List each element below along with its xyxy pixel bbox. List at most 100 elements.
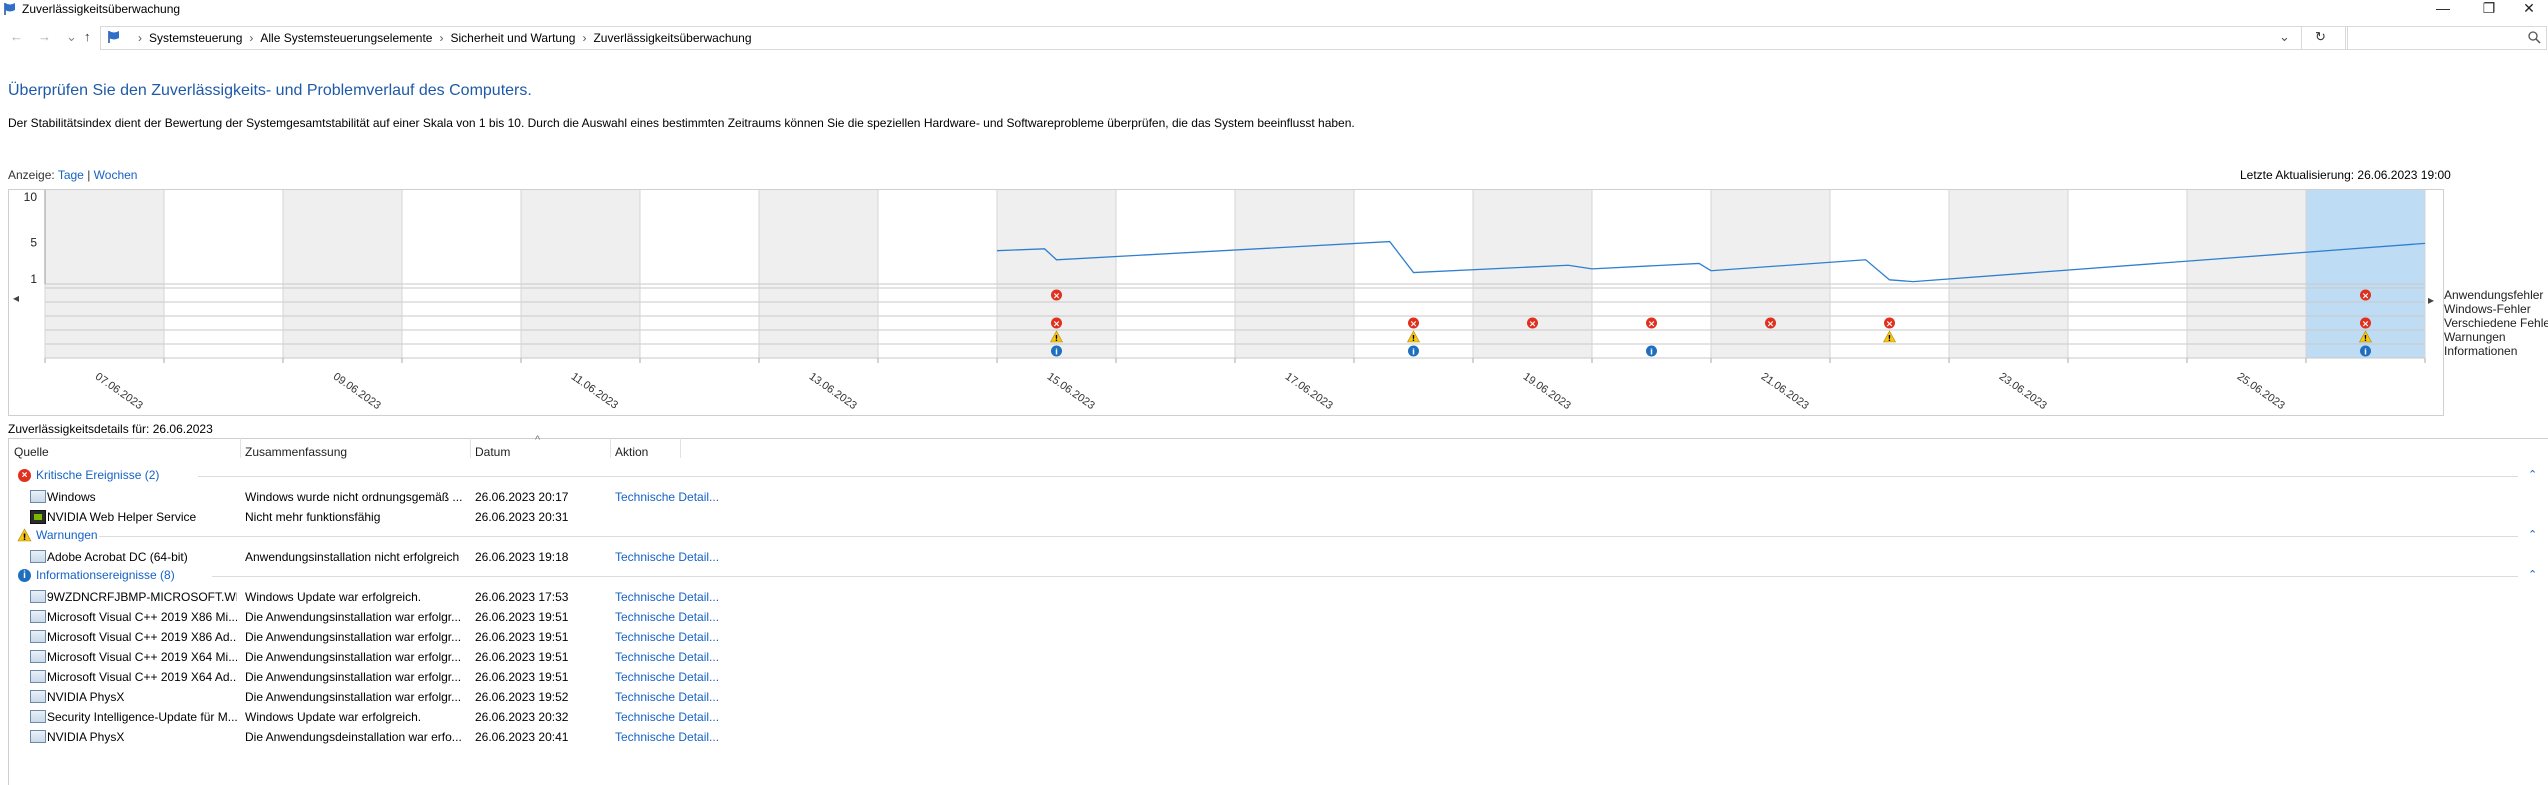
technical-details-link[interactable]: Technische Detail...: [615, 490, 735, 504]
page-description: Der Stabilitätsindex dient der Bewertung…: [8, 116, 1355, 130]
day-column[interactable]: [402, 190, 521, 358]
minimize-button[interactable]: —: [2420, 0, 2466, 18]
breadcrumb: › Systemsteuerung › Alle Systemsteuerungsel…: [131, 31, 752, 45]
group-divider: [211, 576, 2518, 577]
x-tick-label: 13.06.2023: [807, 371, 859, 412]
group-header[interactable]: Warnungen: [36, 528, 98, 542]
search-box[interactable]: [2345, 26, 2547, 50]
technical-details-link[interactable]: Technische Detail...: [615, 650, 735, 664]
column-header-summary[interactable]: Zusammenfassung: [245, 445, 347, 459]
group-header[interactable]: Kritische Ereignisse (2): [36, 468, 159, 482]
breadcrumb-systemsteuerung[interactable]: Systemsteuerung: [149, 31, 242, 45]
source-cell: Microsoft Visual C++ 2019 X86 Ad...: [47, 630, 237, 644]
warning-icon: !: [17, 528, 32, 542]
day-column[interactable]: [1592, 190, 1711, 358]
y-tick-label: 5: [30, 236, 37, 250]
error-icon-glyph: ×: [1648, 320, 1656, 330]
column-header-date[interactable]: Datum: [475, 445, 510, 459]
view-switcher: Anzeige: Tage | Wochen: [8, 168, 137, 182]
scroll-left-icon[interactable]: ◂: [13, 291, 19, 305]
column-divider[interactable]: [610, 438, 611, 458]
reliability-chart[interactable]: 10 5 1 × × × × × × × × ×!!!! i i i i 07.06.2023 09.06.202…: [8, 189, 2444, 416]
day-column[interactable]: [2187, 190, 2306, 358]
refresh-icon[interactable]: ↻: [2315, 29, 2326, 45]
source-cell: Windows: [47, 490, 96, 504]
forward-arrow-icon[interactable]: →: [38, 29, 51, 44]
day-column[interactable]: [640, 190, 759, 358]
view-weeks-link[interactable]: Wochen: [94, 168, 138, 182]
event-row-label: Verschiedene Fehler: [2444, 316, 2548, 330]
info-icon-glyph: i: [1412, 348, 1415, 357]
breadcrumb-sicherheit-wartung[interactable]: Sicherheit und Wartung: [450, 31, 575, 45]
column-header-source[interactable]: Quelle: [14, 445, 49, 459]
technical-details-link[interactable]: Technische Detail...: [615, 730, 735, 744]
nvidia-icon: [30, 510, 46, 524]
collapse-chevron-icon[interactable]: ⌃: [2528, 528, 2537, 541]
collapse-chevron-icon[interactable]: ⌃: [2528, 468, 2537, 481]
technical-details-link[interactable]: Technische Detail...: [615, 710, 735, 724]
column-header-action[interactable]: Aktion: [615, 445, 648, 459]
application-icon: [30, 710, 46, 723]
column-divider[interactable]: [240, 438, 241, 458]
x-tick-label: 17.06.2023: [1283, 371, 1335, 412]
chevron-right-icon: ›: [138, 31, 142, 45]
date-cell: 26.06.2023 17:53: [475, 590, 569, 604]
recent-dropdown-icon[interactable]: ⌄: [66, 29, 77, 45]
day-column[interactable]: [1473, 190, 1592, 358]
technical-details-link[interactable]: Technische Detail...: [615, 670, 735, 684]
error-icon-glyph: ×: [1053, 292, 1061, 302]
view-days-link[interactable]: Tage: [58, 168, 84, 182]
day-column[interactable]: [759, 190, 878, 358]
application-icon: [30, 610, 46, 623]
summary-cell: Die Anwendungsinstallation war erfolgr..…: [245, 630, 462, 644]
x-tick-label: 19.06.2023: [1521, 371, 1573, 412]
y-tick-label: 10: [24, 190, 38, 204]
warning-icon-glyph: !: [1412, 334, 1416, 343]
day-column[interactable]: [1116, 190, 1235, 358]
x-tick-label: 07.06.2023: [93, 371, 145, 412]
day-column[interactable]: [521, 190, 640, 358]
day-column[interactable]: [1711, 190, 1830, 358]
summary-cell: Windows Update war erfolgreich.: [245, 710, 422, 724]
collapse-chevron-icon[interactable]: ⌃: [2528, 568, 2537, 581]
day-column[interactable]: [283, 190, 402, 358]
technical-details-link[interactable]: Technische Detail...: [615, 550, 735, 564]
breadcrumb-zuverlaessigkeit[interactable]: Zuverlässigkeitsüberwachung: [593, 31, 751, 45]
up-arrow-icon[interactable]: ↑: [84, 29, 91, 44]
summary-cell: Nicht mehr funktionsfähig: [245, 510, 381, 524]
application-icon: [30, 590, 46, 603]
view-label: Anzeige:: [8, 168, 55, 182]
technical-details-link[interactable]: Technische Detail...: [615, 590, 735, 604]
warning-icon-glyph: !: [2364, 334, 2368, 343]
day-column[interactable]: [878, 190, 997, 358]
day-column[interactable]: [2068, 190, 2187, 358]
day-column[interactable]: [1235, 190, 1354, 358]
chevron-right-icon: ›: [582, 31, 587, 45]
technical-details-link[interactable]: Technische Detail...: [615, 610, 735, 624]
technical-details-link[interactable]: Technische Detail...: [615, 630, 735, 644]
breadcrumb-alle-elemente[interactable]: Alle Systemsteuerungselemente: [260, 31, 432, 45]
group-divider: [198, 476, 2518, 477]
application-icon: [30, 550, 46, 563]
column-divider[interactable]: [470, 438, 471, 458]
group-header[interactable]: Informationsereignisse (8): [36, 568, 175, 582]
flag-icon: [4, 3, 15, 15]
back-arrow-icon[interactable]: ←: [10, 29, 23, 44]
search-icon[interactable]: [2528, 31, 2541, 44]
warning-icon-glyph: !: [1888, 334, 1892, 343]
column-divider[interactable]: [680, 438, 681, 458]
address-dropdown-icon[interactable]: ⌄: [2279, 29, 2290, 45]
close-button[interactable]: ✕: [2506, 0, 2548, 18]
application-icon: [30, 630, 46, 643]
address-bar[interactable]: › Systemsteuerung › Alle Systemsteuerungsel…: [100, 26, 2348, 50]
day-column[interactable]: [45, 190, 164, 358]
source-cell: Microsoft Visual C++ 2019 X86 Mi...: [47, 610, 237, 624]
summary-cell: Die Anwendungsinstallation war erfolgr..…: [245, 650, 462, 664]
scroll-right-icon[interactable]: ▸: [2428, 293, 2434, 307]
search-input[interactable]: [2350, 29, 2534, 49]
event-row-label: Informationen: [2444, 344, 2518, 358]
reliability-chart-svg[interactable]: 10 5 1 × × × × × × × × ×!!! ! i i i i 07.06.2023 09.06.202…: [9, 190, 2443, 415]
day-column[interactable]: [164, 190, 283, 358]
technical-details-link[interactable]: Technische Detail...: [615, 690, 735, 704]
error-icon-glyph: ×: [1886, 320, 1894, 330]
